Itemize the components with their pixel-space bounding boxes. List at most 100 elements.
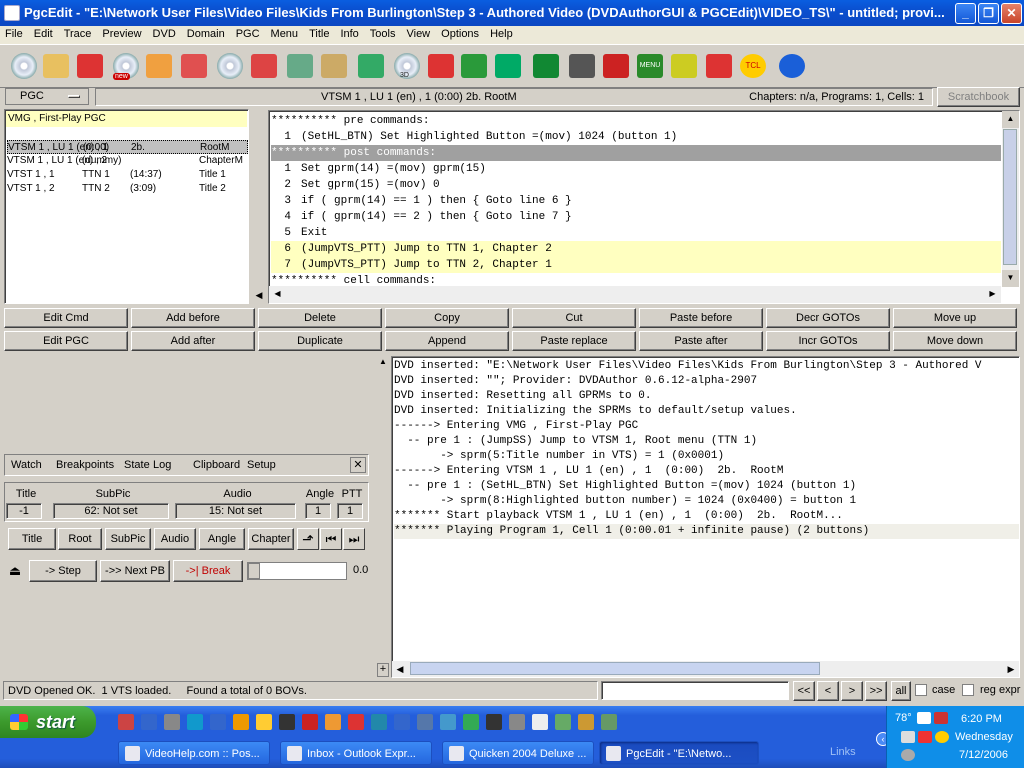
menu-domain[interactable]: Domain (182, 26, 231, 40)
append-button[interactable]: Append (385, 331, 509, 351)
paste-before-button[interactable]: Paste before (639, 308, 763, 328)
tab-setup[interactable]: Setup (247, 459, 276, 471)
log-right-icon[interactable]: ▶ (1003, 661, 1019, 677)
nav-root-button[interactable]: Root (58, 528, 102, 550)
menu-file[interactable]: File (0, 26, 29, 40)
close-trace-icon[interactable]: ✕ (350, 457, 366, 473)
taskbar-button[interactable]: Quicken 2004 Deluxe ... (442, 741, 594, 765)
quick-launch-icon[interactable] (532, 714, 548, 730)
quick-launch-icon[interactable] (210, 714, 226, 730)
cross-tool-button[interactable] (600, 50, 632, 82)
pre-commands-header[interactable]: ********** pre commands: (271, 113, 1001, 129)
pen-alt-button[interactable] (318, 50, 350, 82)
menu-menu[interactable]: Menu (266, 26, 305, 40)
pgc-list-item[interactable]: VTSM 1 , LU 1 (en) , 2 (dummy) ChapterM (7, 154, 248, 168)
add-before-button[interactable]: Add before (131, 308, 255, 328)
search-nav-button[interactable]: > (841, 681, 863, 701)
tray-network-icon[interactable] (901, 731, 915, 743)
menu-trace[interactable]: Trace (59, 26, 98, 40)
home-button[interactable] (143, 50, 175, 82)
paste-replace-button[interactable]: Paste replace (512, 331, 636, 351)
vertical-scrollbar[interactable]: ▲ ▼ (1002, 111, 1019, 287)
quick-launch-icon[interactable] (325, 714, 341, 730)
up-arrow-icon[interactable]: ⬏ (297, 528, 319, 550)
multi-disc-button[interactable] (214, 50, 246, 82)
scroll-up-icon[interactable]: ▲ (1002, 111, 1019, 128)
prev-icon[interactable]: ⏮ (320, 528, 342, 550)
quick-launch-icon[interactable] (118, 714, 134, 730)
edit-cmd-button[interactable]: Edit Cmd (4, 308, 128, 328)
menu-view[interactable]: View (401, 26, 436, 40)
menu-options[interactable]: Options (436, 26, 485, 40)
log-pane[interactable]: DVD inserted: "E:\Network User Files\Vid… (391, 356, 1020, 678)
taskbar-button[interactable]: PgcEdit - "E:\Netwo... (599, 741, 759, 765)
search-button[interactable] (178, 50, 210, 82)
step-button[interactable]: -> Step (29, 560, 97, 582)
restore-button[interactable]: ❐ (978, 3, 999, 24)
scroll-thumb[interactable] (1003, 129, 1017, 265)
quick-launch-icon[interactable] (440, 714, 456, 730)
list-check-button[interactable] (566, 50, 598, 82)
quick-launch-icon[interactable] (394, 714, 410, 730)
scroll-left-small-icon[interactable]: ◀ (251, 290, 267, 302)
speed-slider[interactable] (247, 562, 347, 580)
jump-button[interactable] (776, 50, 808, 82)
command-line[interactable]: 3 if ( gprm(14) == 1 ) then { Goto line 6… (271, 193, 1001, 209)
disc-3d-button[interactable]: 3D (391, 50, 423, 82)
new-disc-button[interactable]: new (110, 50, 142, 82)
copy-button[interactable]: Copy (385, 308, 509, 328)
close-button[interactable]: ✕ (1001, 3, 1022, 24)
quick-launch-icon[interactable] (233, 714, 249, 730)
quick-launch-icon[interactable] (187, 714, 203, 730)
tab-state[interactable]: State (124, 459, 150, 471)
quick-launch-icon[interactable] (302, 714, 318, 730)
start-button[interactable]: start (0, 706, 96, 738)
scroll-right-icon[interactable]: ▶ (984, 286, 1001, 303)
tray-alert-icon[interactable] (918, 731, 932, 743)
nav-angle-button[interactable]: Angle (199, 528, 245, 550)
quick-launch-icon[interactable] (601, 714, 617, 730)
nav-subpic-button[interactable]: SubPic (105, 528, 151, 550)
command-editor[interactable]: ********** pre commands: 1 (SetHL_BTN) Set… (268, 110, 1020, 304)
horizontal-scrollbar[interactable]: ◀ ▶ (269, 286, 1001, 303)
play-preview-button[interactable] (492, 50, 524, 82)
nav-title-button[interactable]: Title (8, 528, 56, 550)
reg-expr-checkbox[interactable] (962, 684, 974, 696)
command-line[interactable]: 2 Set gprm(15) =(mov) 0 (271, 177, 1001, 193)
tab-watch[interactable]: Watch (11, 459, 42, 471)
tray-security-icon[interactable] (934, 712, 948, 724)
next-pb-button[interactable]: ->> Next PB (100, 560, 170, 582)
open-disc-button[interactable] (8, 50, 40, 82)
tab-log[interactable]: Log (153, 459, 171, 471)
slider-thumb[interactable] (248, 563, 260, 579)
quick-launch-icon[interactable] (555, 714, 571, 730)
command-line[interactable]: 5 Exit (271, 225, 1001, 241)
delete-button[interactable]: Delete (258, 308, 382, 328)
pgc-list-item[interactable]: VTST 1 , 1 TTN 1 (14:37) Title 1 (7, 168, 248, 182)
copy-pages-button[interactable] (425, 50, 457, 82)
domain-select[interactable]: PGC (5, 88, 89, 105)
quick-launch-icon[interactable] (371, 714, 387, 730)
command-line[interactable]: 1 Set gprm(14) =(mov) gprm(15) (271, 161, 1001, 177)
command-line[interactable]: 7 (JumpVTS_PTT) Jump to TTN 2, Chapter 1 (271, 257, 1001, 273)
log-hscrollbar[interactable]: ◀ ▶ (392, 661, 1019, 677)
command-line[interactable]: 6 (JumpVTS_PTT) Jump to TTN 1, Chapter 2 (271, 241, 1001, 257)
reload-button[interactable] (74, 50, 106, 82)
expand-icon[interactable]: + (377, 663, 389, 677)
folder-open-button[interactable] (40, 50, 72, 82)
menu-title[interactable]: Title (304, 26, 335, 40)
search-nav-button[interactable]: >> (865, 681, 887, 701)
menu-button[interactable]: MENU (634, 50, 666, 82)
command-line[interactable]: 1 (SetHL_BTN) Set Highlighted Button =(mo… (271, 129, 1001, 145)
quick-launch-icon[interactable] (164, 714, 180, 730)
menu-dvd[interactable]: DVD (148, 26, 182, 40)
menu-edit[interactable]: Edit (29, 26, 59, 40)
search-nav-button[interactable]: < (817, 681, 839, 701)
scroll-down-icon[interactable]: ▼ (1002, 270, 1019, 287)
menu-pgc[interactable]: PGC (231, 26, 266, 40)
command-line[interactable]: 4 if ( gprm(14) == 2 ) then { Goto line 7… (271, 209, 1001, 225)
move-up-button[interactable]: Move up (893, 308, 1017, 328)
quick-launch-icon[interactable] (417, 714, 433, 730)
add-after-button[interactable]: Add after (131, 331, 255, 351)
tray-volume-icon[interactable] (901, 749, 915, 761)
